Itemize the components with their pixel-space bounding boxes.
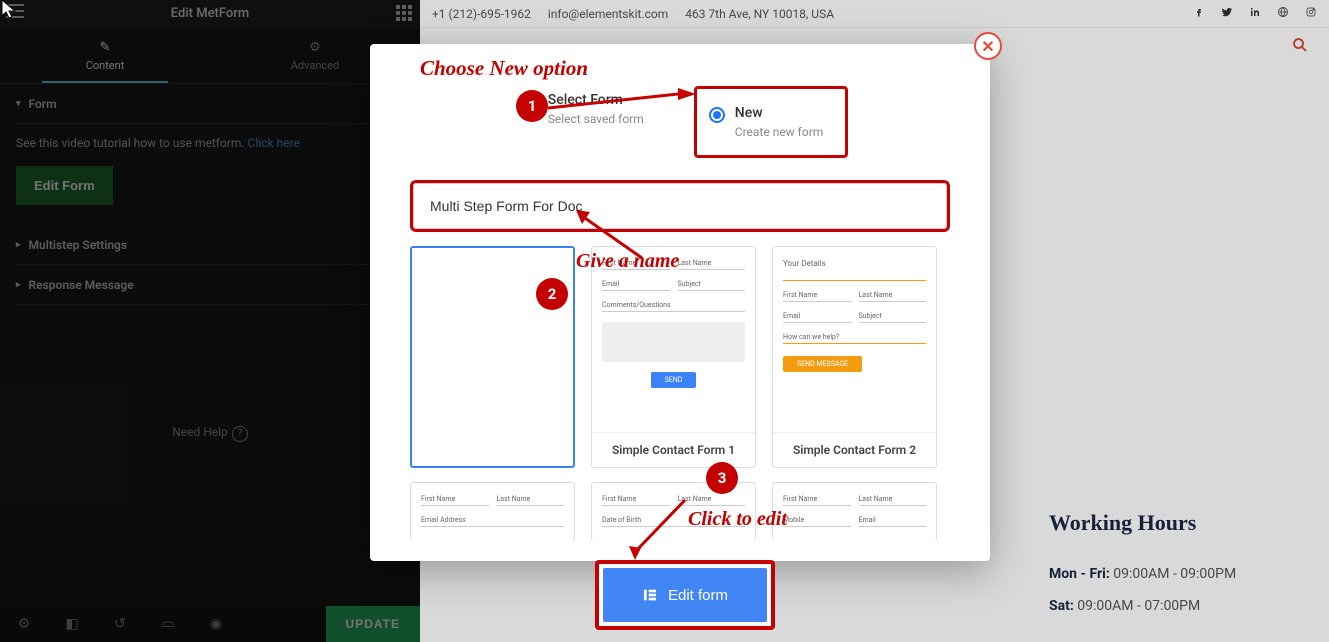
tab-content-label: Content [86,59,125,72]
close-button[interactable]: ✕ [974,32,1002,60]
tutorial-link[interactable]: Click here [248,136,300,150]
preview-icon[interactable]: ◉ [192,616,240,632]
bottom-toolbar: ⚙ ◧ ↺ ▭ ◉ UPDATE [0,606,420,642]
elementor-sidebar: Edit MetForm ✎ Content ⚙ Advanced ▾Form … [0,0,420,642]
instagram-icon[interactable] [1305,6,1317,21]
settings-icon[interactable]: ⚙ [0,616,48,632]
widgets-grid-icon[interactable] [396,5,412,21]
template-row2-a[interactable]: First NameLast Name Email Address [410,482,575,541]
form-name-input[interactable] [413,183,947,229]
template-simple-contact-2[interactable]: Your Details First NameLast Name EmailSu… [772,246,937,468]
annotation-edit: Click to edit [688,508,787,531]
topbar-email: info@elementskit.com [548,7,668,21]
help-icon: ? [232,426,248,442]
close-icon: ✕ [981,37,994,56]
topbar: +1 (212)-695-1962 info@elementskit.com 4… [420,0,1329,28]
edit-form-main-button[interactable]: Edit form [603,568,767,622]
twitter-icon[interactable] [1221,6,1233,21]
elementor-icon [642,587,658,603]
navigator-icon[interactable]: ◧ [48,616,96,632]
linkedin-icon[interactable] [1249,6,1261,21]
gear-icon: ⚙ [309,40,321,55]
edit-form-button[interactable]: Edit Form [16,166,113,205]
responsive-icon[interactable]: ▭ [144,616,192,632]
working-hours-title: Working Hours [1049,510,1309,536]
search-icon[interactable] [1291,36,1309,59]
update-button[interactable]: UPDATE [326,606,420,642]
pencil-icon: ✎ [100,40,111,55]
template-simple-contact-1[interactable]: First NameLast Name EmailSubject Comment… [591,246,756,468]
tab-advanced-label: Advanced [291,59,339,72]
option-new[interactable]: New Create new form [694,86,849,158]
sidebar-title: Edit MetForm [0,0,420,28]
form-picker-modal: ✕ Select Form Select saved form New Crea… [370,44,990,561]
annotation-name: Give a name [576,250,679,273]
topbar-phone: +1 (212)-695-1962 [432,7,531,21]
annotation-badge-2: 2 [536,278,568,310]
radio-icon [709,107,725,123]
edit-form-main-wrap: Edit form [595,560,775,630]
template-row2-c[interactable]: First NameLast Name MobileEmail [772,482,937,541]
hours-row: Mon - Fri: 09:00AM - 09:00PM [1049,566,1309,582]
annotation-choose: Choose New option [420,56,588,81]
annotation-badge-1: 1 [516,90,548,122]
topbar-address: 463 7th Ave, NY 10018, USA [685,7,834,21]
need-help[interactable]: Need Help? [0,425,420,442]
cursor-icon [2,0,16,20]
section-form[interactable]: ▾Form [16,84,404,124]
tutorial-text: See this video tutorial how to use metfo… [16,136,404,150]
dribbble-icon[interactable] [1277,6,1289,21]
history-icon[interactable]: ↺ [96,616,144,632]
hours-row: Sat: 09:00AM - 07:00PM [1049,598,1309,614]
section-response[interactable]: ▸Response Message [16,265,404,305]
working-hours: Working Hours Mon - Fri: 09:00AM - 09:00… [1049,510,1309,630]
tab-content[interactable]: ✎ Content [0,28,210,83]
section-multistep[interactable]: ▸Multistep Settings [16,225,404,265]
annotation-badge-3: 3 [706,462,738,494]
facebook-icon[interactable] [1193,6,1205,21]
